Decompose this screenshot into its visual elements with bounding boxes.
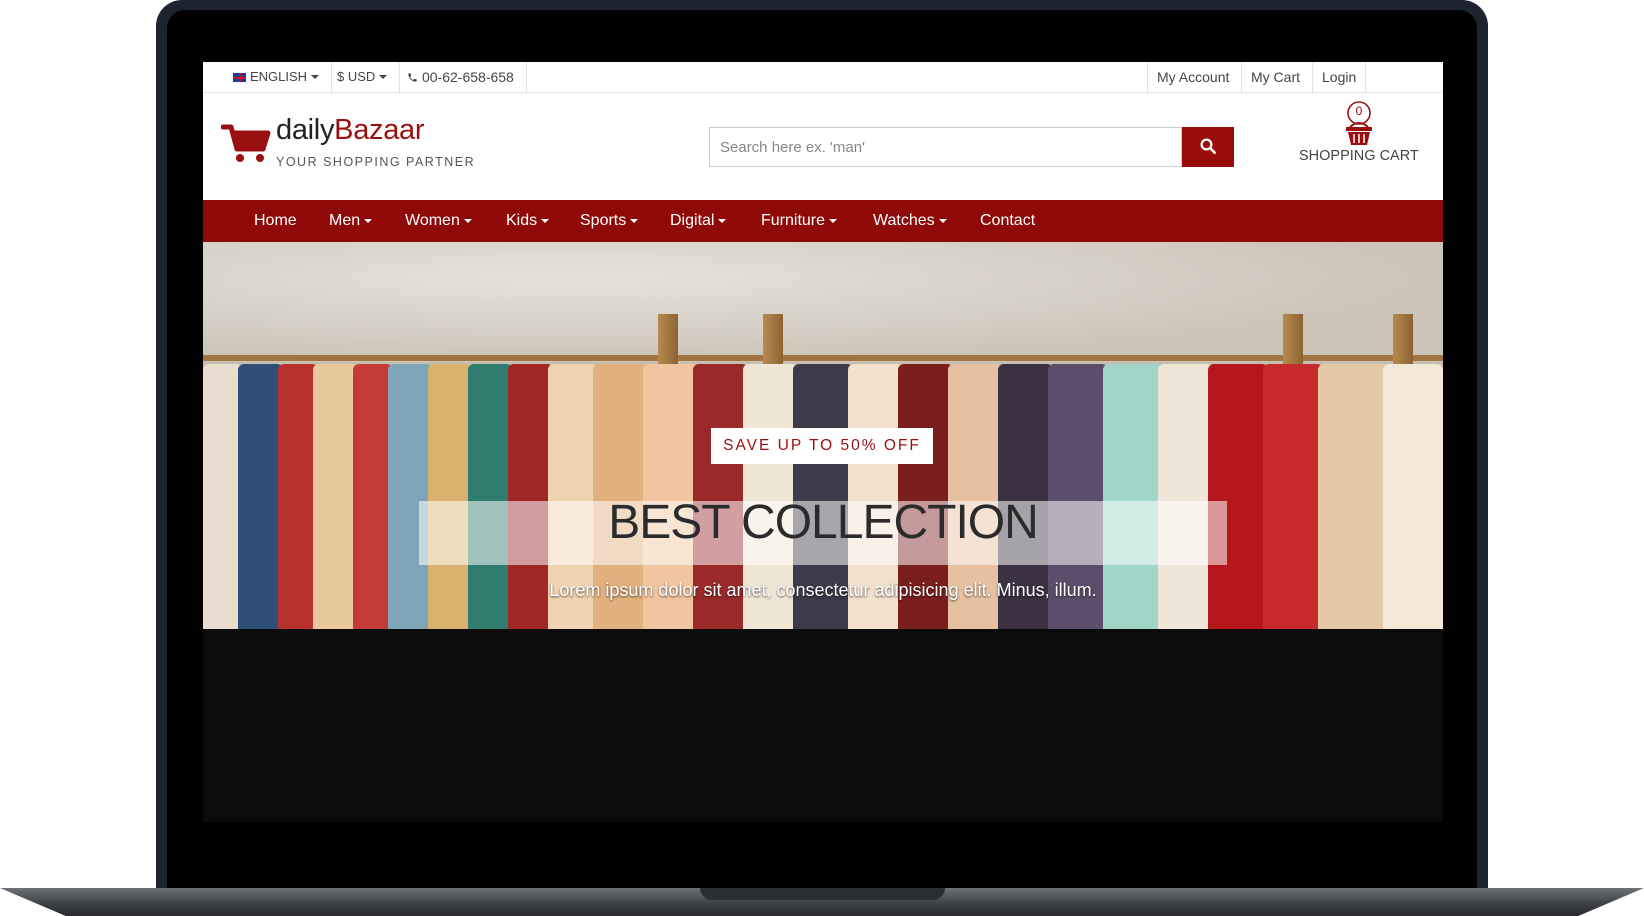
nav-digital[interactable]: Digital bbox=[670, 200, 727, 242]
caret-down-icon bbox=[938, 219, 947, 223]
nav-watches-label: Watches bbox=[873, 212, 935, 229]
nav-watches[interactable]: Watches bbox=[873, 200, 947, 242]
search-input[interactable] bbox=[709, 127, 1182, 167]
nav-kids[interactable]: Kids bbox=[506, 200, 550, 242]
site-logo[interactable]: dailyBazaar bbox=[276, 114, 425, 147]
shopping-cart-widget[interactable]: 0 bbox=[1341, 101, 1377, 152]
hero-title: BEST COLLECTION bbox=[608, 496, 1039, 549]
main-nav: Home Men Women Kids Sports Digital Furni… bbox=[203, 200, 1443, 242]
nav-men-label: Men bbox=[329, 212, 361, 229]
nav-kids-label: Kids bbox=[506, 212, 538, 229]
hero-discount-badge: SAVE UP TO 50% OFF bbox=[711, 428, 933, 464]
laptop-notch bbox=[700, 888, 945, 900]
hero-garment bbox=[278, 364, 318, 629]
hero-garment bbox=[1263, 364, 1323, 629]
phone-number: 00-62-658-658 bbox=[395, 62, 527, 92]
logo-text-bazaar: Bazaar bbox=[334, 114, 425, 146]
nav-women[interactable]: Women bbox=[405, 200, 472, 242]
hero-garment bbox=[353, 364, 393, 629]
logo-tagline: YOUR SHOPPING PARTNER bbox=[276, 155, 476, 169]
caret-down-icon bbox=[379, 75, 388, 79]
phone-icon bbox=[408, 73, 417, 82]
page-content-area bbox=[203, 629, 1443, 822]
nav-home[interactable]: Home bbox=[254, 200, 297, 242]
caret-down-icon bbox=[364, 219, 373, 223]
caret-down-icon bbox=[718, 219, 727, 223]
caret-down-icon bbox=[311, 75, 320, 79]
top-bar: ENGLISH $ USD 00-62-658-658 My Account M… bbox=[203, 62, 1443, 93]
cart-count: 0 bbox=[1355, 104, 1363, 118]
hero-garment bbox=[1318, 364, 1388, 629]
nav-contact-label: Contact bbox=[980, 212, 1036, 229]
hero-garment bbox=[1383, 364, 1443, 629]
language-label: ENGLISH bbox=[250, 69, 308, 84]
nav-sports[interactable]: Sports bbox=[580, 200, 639, 242]
my-account-link[interactable]: My Account bbox=[1147, 62, 1238, 92]
nav-contact[interactable]: Contact bbox=[980, 200, 1035, 242]
caret-down-icon bbox=[630, 219, 639, 223]
shopping-cart-label[interactable]: SHOPPING CART bbox=[1299, 148, 1419, 164]
search-button[interactable] bbox=[1182, 127, 1234, 167]
caret-down-icon bbox=[541, 219, 550, 223]
currency-selector[interactable]: $ USD bbox=[325, 62, 401, 92]
currency-label: $ USD bbox=[337, 69, 376, 84]
flag-uk-icon bbox=[233, 73, 246, 82]
nav-home-label: Home bbox=[254, 212, 297, 229]
login-link[interactable]: Login bbox=[1312, 62, 1367, 92]
caret-down-icon bbox=[463, 219, 472, 223]
site-header: dailyBazaar YOUR SHOPPING PARTNER 0 SHOP… bbox=[203, 93, 1443, 200]
search-icon bbox=[1200, 138, 1217, 154]
hero-garment bbox=[203, 364, 243, 629]
hero-clothes-rail bbox=[203, 355, 1443, 361]
nav-furniture-label: Furniture bbox=[761, 212, 826, 229]
hero-banner[interactable]: SAVE UP TO 50% OFF BEST COLLECTION Lorem… bbox=[203, 242, 1443, 629]
hero-garment bbox=[313, 364, 358, 629]
nav-digital-label: Digital bbox=[670, 212, 715, 229]
language-selector[interactable]: ENGLISH bbox=[221, 62, 333, 92]
nav-men[interactable]: Men bbox=[329, 200, 373, 242]
hero-background-wall bbox=[203, 242, 1443, 362]
phone-text: 00-62-658-658 bbox=[422, 69, 514, 85]
logo-text-daily: daily bbox=[276, 114, 335, 146]
caret-down-icon bbox=[829, 219, 838, 223]
my-cart-link[interactable]: My Cart bbox=[1241, 62, 1309, 92]
nav-sports-label: Sports bbox=[580, 212, 627, 229]
shopping-cart-logo-icon[interactable] bbox=[221, 123, 271, 163]
hero-garment bbox=[238, 364, 283, 629]
nav-women-label: Women bbox=[405, 212, 460, 229]
nav-furniture[interactable]: Furniture bbox=[761, 200, 838, 242]
browser-screen: ENGLISH $ USD 00-62-658-658 My Account M… bbox=[203, 62, 1443, 822]
hero-subtitle: Lorem ipsum dolor sit amet, consectetur … bbox=[549, 580, 1097, 600]
